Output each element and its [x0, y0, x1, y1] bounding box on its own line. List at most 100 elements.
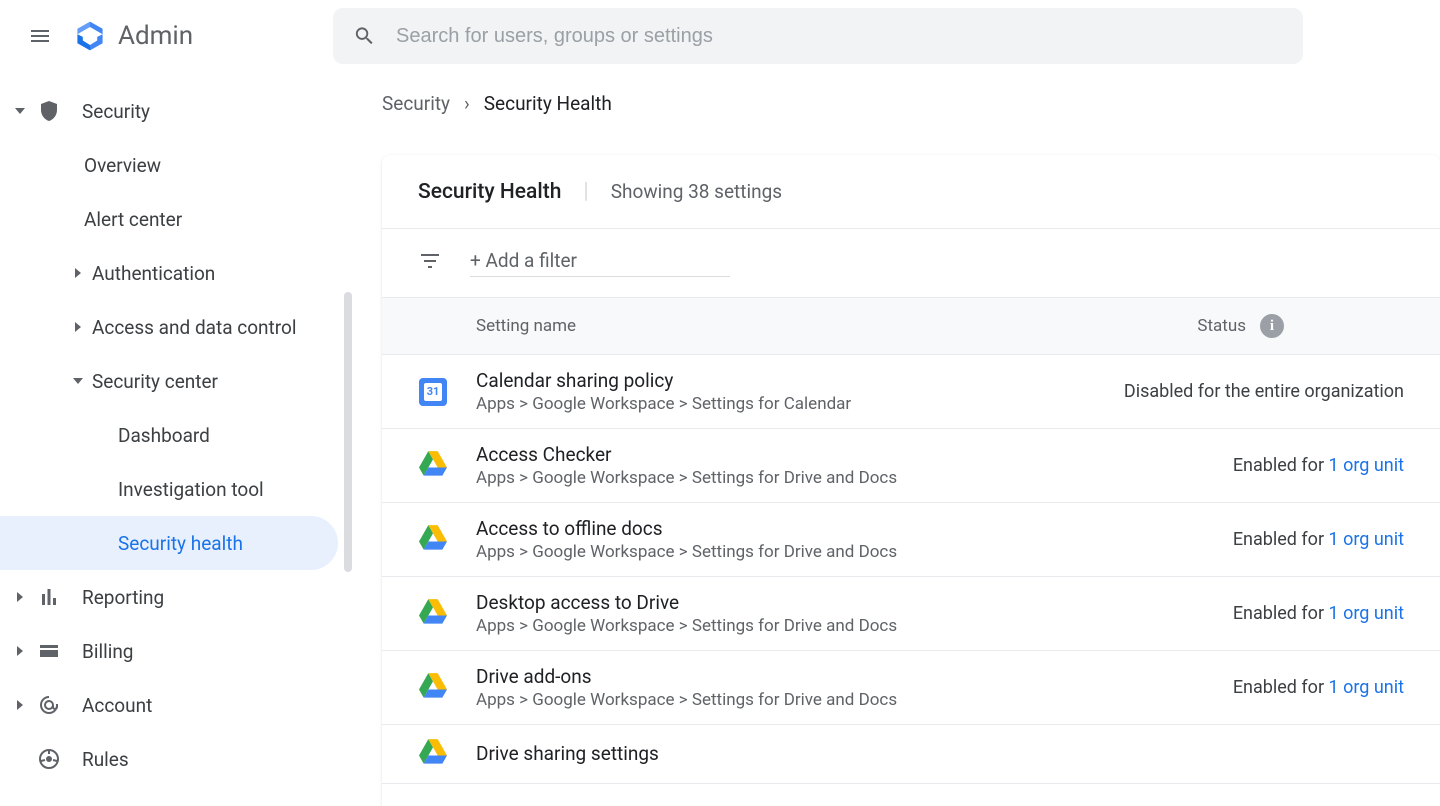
breadcrumb-parent[interactable]: Security	[382, 92, 450, 115]
sidebar-item-dashboard[interactable]: Dashboard	[0, 408, 352, 462]
app-header: Admin	[0, 0, 1440, 72]
status-text: Enabled for	[1233, 529, 1329, 550]
sidebar-item-label: Dashboard	[118, 424, 210, 447]
at-sign-icon	[34, 693, 64, 717]
sidebar-item-alert-center[interactable]: Alert center	[0, 192, 352, 246]
filter-row: + Add a filter	[382, 229, 1440, 297]
info-icon[interactable]: i	[1260, 314, 1284, 338]
row-text: Desktop access to DriveApps > Google Wor…	[476, 591, 1233, 636]
table-row[interactable]: Drive sharing settings	[382, 725, 1440, 784]
steering-wheel-icon	[34, 747, 64, 771]
sidebar-item-label: Investigation tool	[118, 478, 264, 501]
row-text: Drive add-onsApps > Google Workspace > S…	[476, 665, 1233, 710]
breadcrumb: Security › Security Health	[352, 72, 1440, 125]
card-title: Security Health	[418, 180, 561, 204]
card-subtitle: Showing 38 settings	[611, 180, 782, 203]
table-row[interactable]: 31 Calendar sharing policyApps > Google W…	[382, 355, 1440, 429]
sidebar-item-rules[interactable]: Rules	[0, 732, 352, 786]
column-setting-name[interactable]: Setting name	[476, 316, 1197, 336]
sidebar: Security Overview Alert center Authentic…	[0, 72, 352, 806]
table-row[interactable]: Access to offline docsApps > Google Work…	[382, 503, 1440, 577]
sidebar-item-authentication[interactable]: Authentication	[0, 246, 352, 300]
setting-status: Enabled for 1 org unit	[1233, 677, 1404, 698]
sidebar-item-label: Security health	[118, 532, 243, 555]
setting-name: Desktop access to Drive	[476, 591, 1233, 614]
table-row[interactable]: Access CheckerApps > Google Workspace > …	[382, 429, 1440, 503]
row-text: Access to offline docsApps > Google Work…	[476, 517, 1233, 562]
setting-status: Enabled for 1 org unit	[1233, 603, 1404, 624]
row-text: Calendar sharing policyApps > Google Wor…	[476, 369, 1124, 414]
setting-path: Apps > Google Workspace > Settings for D…	[476, 468, 1233, 488]
drive-icon	[418, 451, 448, 481]
sidebar-item-account[interactable]: Account	[0, 678, 352, 732]
setting-name: Drive sharing settings	[476, 742, 1404, 765]
setting-name: Access Checker	[476, 443, 1233, 466]
chevron-right-icon	[14, 700, 26, 710]
chevron-down-icon	[14, 106, 26, 116]
sidebar-item-security-center[interactable]: Security center	[0, 354, 352, 408]
sidebar-item-label: Access and data control	[92, 316, 296, 339]
add-filter-button[interactable]: + Add a filter	[470, 249, 730, 277]
sidebar-item-label: Account	[82, 694, 152, 717]
main-content: Security › Security Health Security Heal…	[352, 72, 1440, 806]
setting-path: Apps > Google Workspace > Settings for D…	[476, 542, 1233, 562]
chevron-right-icon	[14, 592, 26, 602]
status-text: Enabled for	[1233, 677, 1329, 698]
drive-icon	[418, 525, 448, 555]
sidebar-item-label: Billing	[82, 640, 133, 663]
app-logo[interactable]: Admin	[72, 18, 193, 54]
search-icon	[353, 24, 376, 48]
scrollbar[interactable]	[344, 292, 352, 572]
sidebar-item-label: Security	[82, 100, 150, 123]
chevron-right-icon	[72, 268, 84, 278]
chevron-right-icon: ›	[464, 92, 470, 115]
sidebar-item-label: Overview	[84, 154, 161, 177]
setting-path: Apps > Google Workspace > Settings for C…	[476, 394, 1124, 414]
table-row[interactable]: Drive add-onsApps > Google Workspace > S…	[382, 651, 1440, 725]
admin-logo-icon	[72, 18, 108, 54]
menu-icon[interactable]	[16, 12, 64, 60]
calendar-icon: 31	[418, 377, 448, 407]
row-text: Access CheckerApps > Google Workspace > …	[476, 443, 1233, 488]
setting-name: Calendar sharing policy	[476, 369, 1124, 392]
setting-name: Drive add-ons	[476, 665, 1233, 688]
drive-icon	[418, 599, 448, 629]
table-row[interactable]: Desktop access to DriveApps > Google Wor…	[382, 577, 1440, 651]
org-unit-link[interactable]: 1 org unit	[1329, 677, 1404, 698]
card-header: Security Health | Showing 38 settings	[382, 155, 1440, 229]
search-input[interactable]	[396, 25, 1283, 48]
sidebar-item-security-health[interactable]: Security health	[0, 516, 338, 570]
table-header: Setting name Status i	[382, 297, 1440, 355]
sidebar-item-label: Alert center	[84, 208, 182, 231]
sidebar-item-reporting[interactable]: Reporting	[0, 570, 352, 624]
status-text: Enabled for	[1233, 603, 1329, 624]
bar-chart-icon	[34, 585, 64, 609]
breadcrumb-current: Security Health	[484, 92, 612, 115]
org-unit-link[interactable]: 1 org unit	[1329, 455, 1404, 476]
status-text: Enabled for	[1233, 455, 1329, 476]
sidebar-item-investigation[interactable]: Investigation tool	[0, 462, 352, 516]
sidebar-item-billing[interactable]: Billing	[0, 624, 352, 678]
drive-icon	[418, 739, 448, 769]
sidebar-item-label: Reporting	[82, 586, 164, 609]
drive-icon	[418, 673, 448, 703]
column-status[interactable]: Status i	[1197, 314, 1404, 338]
filter-icon[interactable]	[418, 249, 442, 277]
sidebar-item-label: Security center	[92, 370, 218, 393]
shield-icon	[34, 99, 64, 123]
credit-card-icon	[34, 639, 64, 663]
setting-status: Enabled for 1 org unit	[1233, 529, 1404, 550]
status-text: Disabled for the entire organization	[1124, 381, 1404, 402]
sidebar-item-label: Authentication	[92, 262, 215, 285]
sidebar-item-access-data[interactable]: Access and data control	[0, 300, 352, 354]
org-unit-link[interactable]: 1 org unit	[1329, 603, 1404, 624]
chevron-right-icon	[14, 646, 26, 656]
org-unit-link[interactable]: 1 org unit	[1329, 529, 1404, 550]
sidebar-item-overview[interactable]: Overview	[0, 138, 352, 192]
sidebar-item-security[interactable]: Security	[0, 84, 352, 138]
search-bar[interactable]	[333, 8, 1303, 64]
setting-name: Access to offline docs	[476, 517, 1233, 540]
setting-status: Enabled for 1 org unit	[1233, 455, 1404, 476]
security-health-card: Security Health | Showing 38 settings + …	[382, 155, 1440, 806]
setting-status: Disabled for the entire organization	[1124, 381, 1404, 402]
